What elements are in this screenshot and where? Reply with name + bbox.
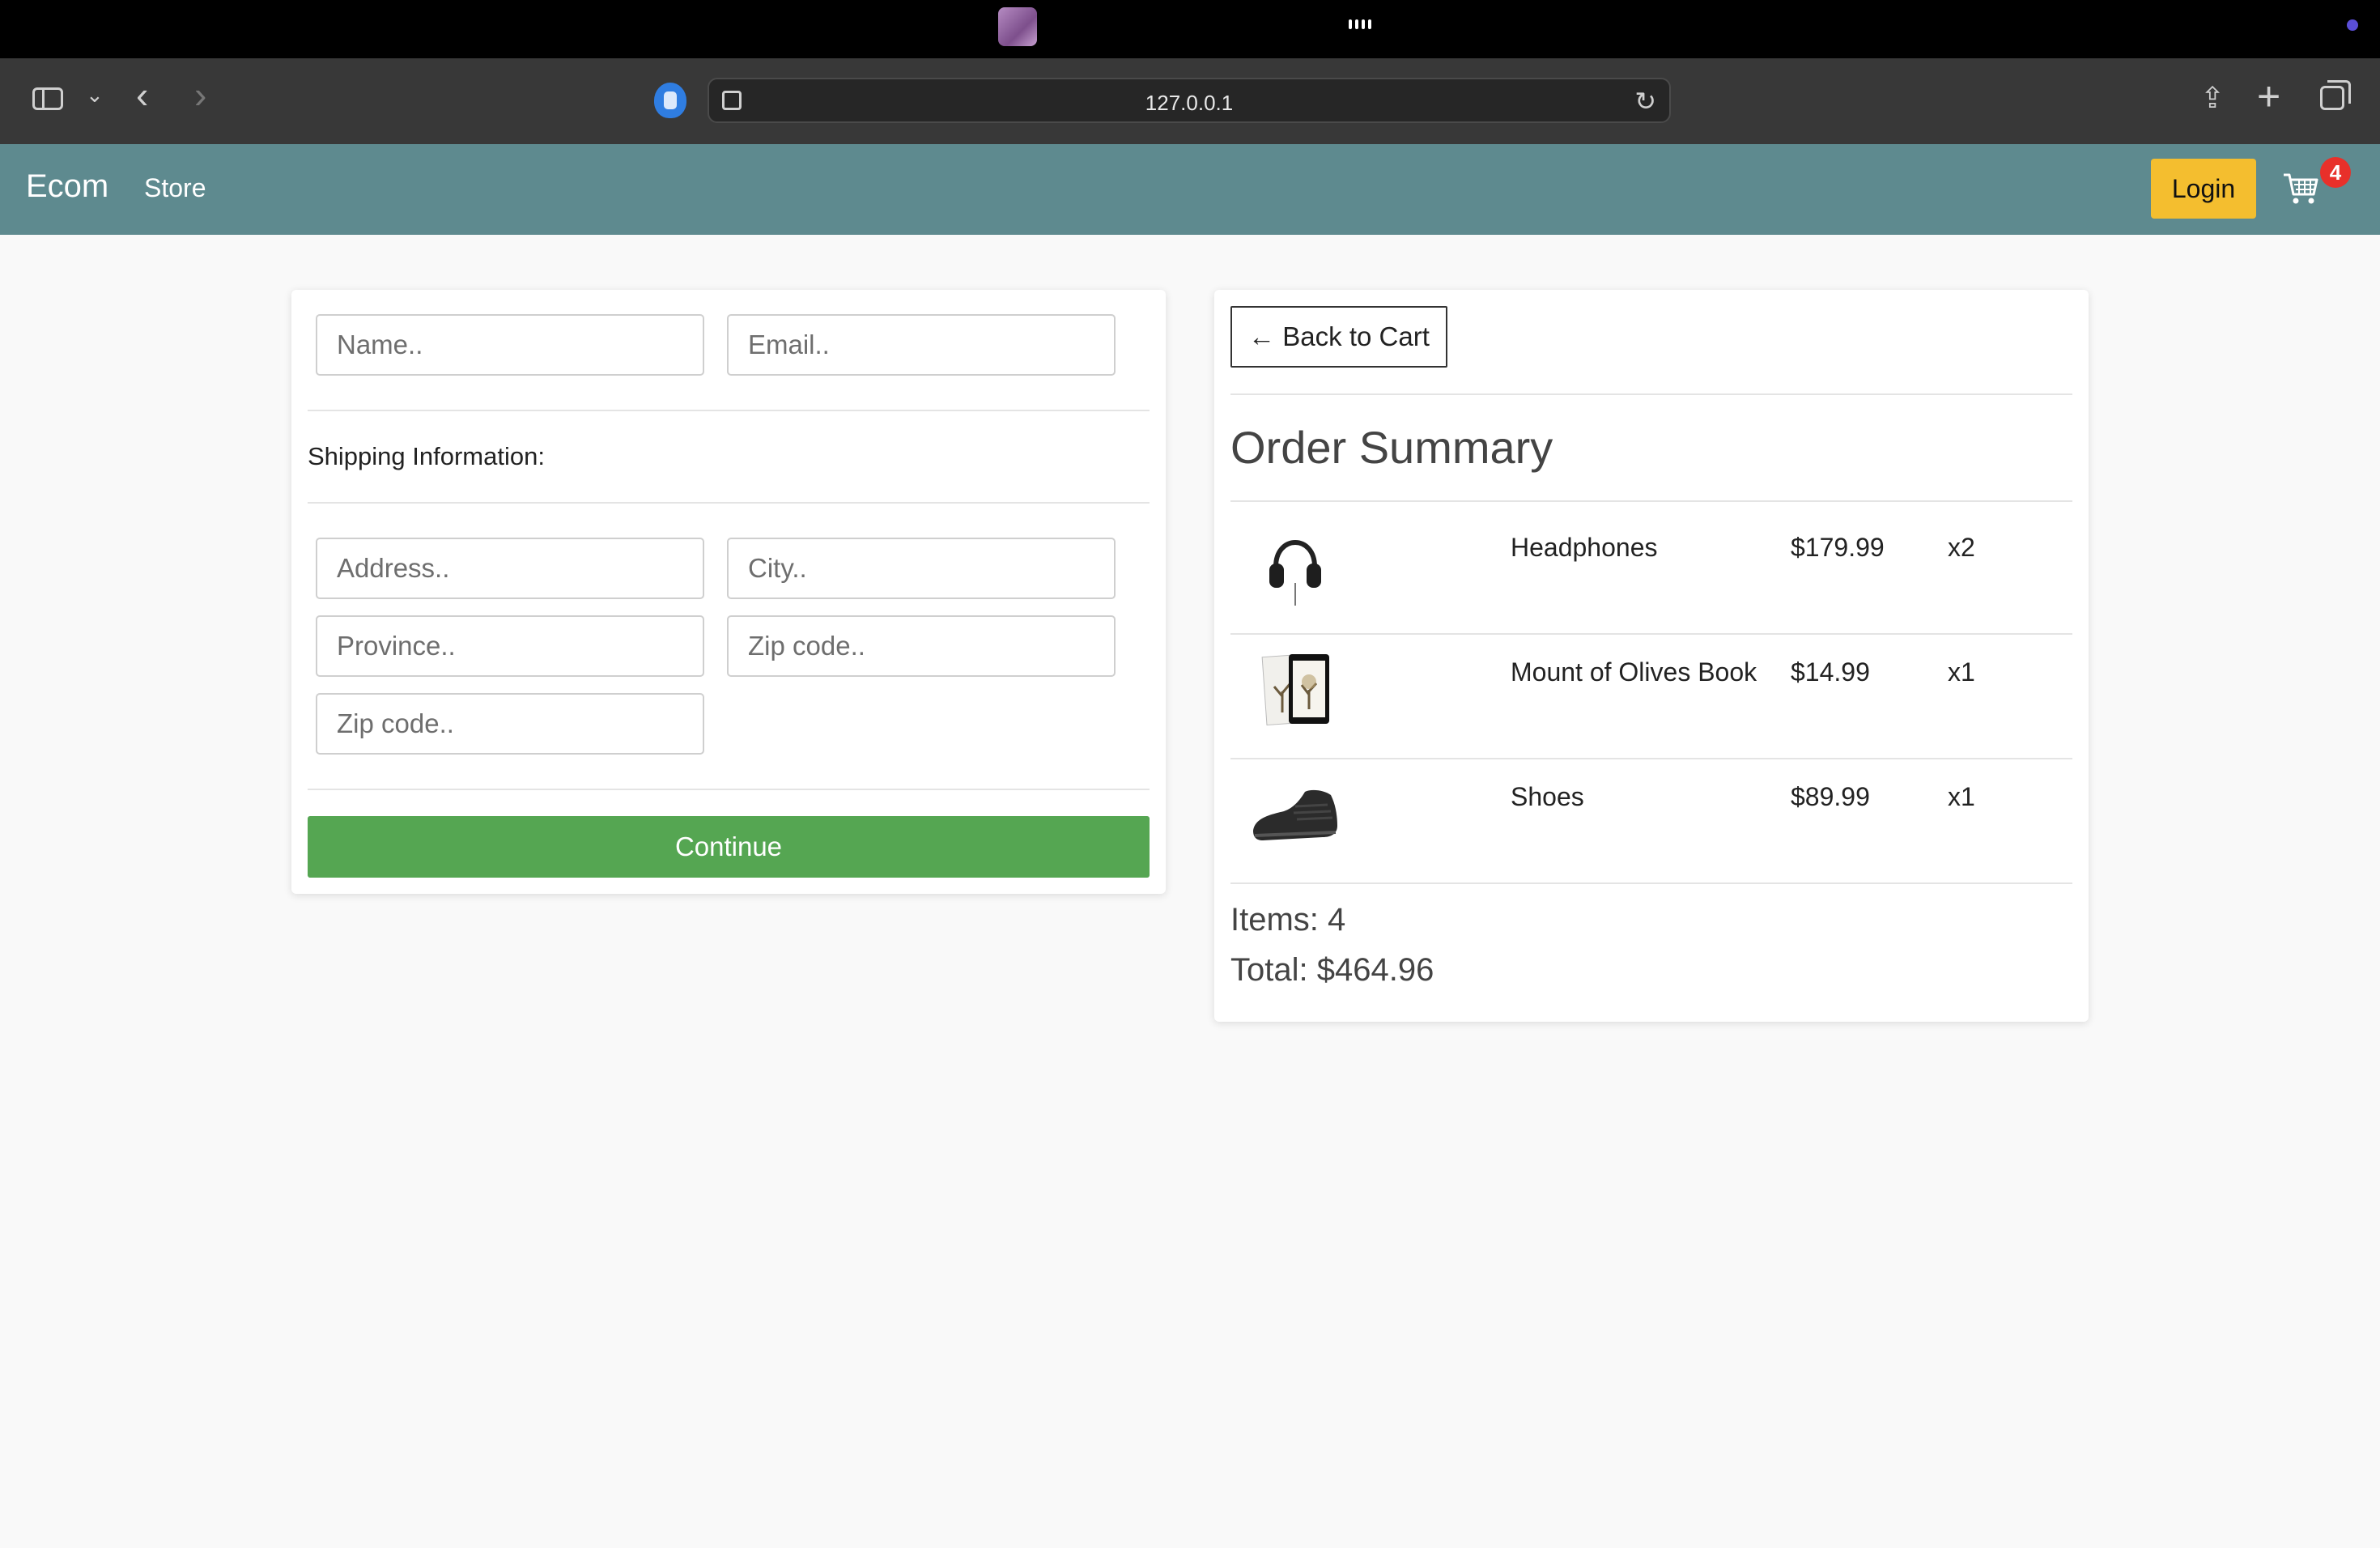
order-total: Total: $464.96 [1230, 952, 1434, 988]
browser-toolbar: ⌄ ‹ › 127.0.0.1 ↻ ⇪ + [0, 58, 2380, 144]
system-bar [0, 0, 2380, 58]
forward-arrow-icon[interactable]: › [194, 76, 206, 113]
reload-icon[interactable]: ↻ [1634, 86, 1656, 117]
email-input[interactable] [727, 314, 1116, 376]
headphones-image [1269, 540, 1321, 606]
item-name: Headphones [1511, 533, 1658, 562]
order-summary-title: Order Summary [1230, 422, 1553, 473]
continue-button[interactable]: Continue [308, 816, 1150, 878]
login-button[interactable]: Login [2151, 159, 2256, 219]
nav-link-store[interactable]: Store [144, 173, 206, 203]
address-bar[interactable]: 127.0.0.1 ↻ [708, 78, 1671, 123]
privacy-shield-icon[interactable] [654, 83, 686, 118]
divider [308, 789, 1150, 790]
item-price: $89.99 [1791, 782, 1870, 811]
city-input[interactable] [727, 538, 1116, 599]
back-arrow-icon[interactable]: ‹ [136, 76, 148, 113]
book-image [1261, 653, 1329, 726]
item-quantity: x1 [1948, 657, 1975, 687]
zip-code-input[interactable] [727, 615, 1116, 677]
divider [1230, 393, 2072, 395]
cart-count-badge: 4 [2320, 157, 2351, 188]
divider [308, 410, 1150, 411]
app-thumbnail-icon[interactable] [998, 7, 1037, 46]
items-count: Items: 4 [1230, 902, 1346, 938]
item-price: $179.99 [1791, 533, 1885, 562]
province-input[interactable] [316, 615, 704, 677]
brand-logo[interactable]: Ecom [26, 168, 108, 205]
order-item-row: Mount of Olives Book $14.99 x1 [1230, 627, 2072, 751]
order-summary-panel: ← Back to Cart Order Summary Headphones … [1214, 290, 2089, 1022]
item-name: Mount of Olives Book [1511, 657, 1757, 687]
sidebar-toggle-icon[interactable] [32, 87, 63, 110]
shoes-image [1253, 789, 1337, 840]
chevron-down-icon[interactable]: ⌄ [86, 83, 104, 108]
recording-indicator-icon [2347, 19, 2358, 31]
item-name: Shoes [1511, 782, 1584, 811]
back-to-cart-button[interactable]: ← Back to Cart [1230, 306, 1447, 368]
site-navbar: Ecom Store Login 4 [0, 144, 2380, 235]
tab-overview-icon[interactable] [2320, 80, 2351, 110]
url-text[interactable]: 127.0.0.1 [709, 91, 1669, 116]
share-icon[interactable]: ⇪ [2200, 81, 2225, 115]
item-quantity: x1 [1948, 782, 1975, 811]
name-input[interactable] [316, 314, 704, 376]
order-item-row: Headphones $179.99 x2 [1230, 502, 2072, 627]
order-item-row: Shoes $89.99 x1 [1230, 751, 2072, 876]
divider [308, 502, 1150, 504]
multitasking-dots-icon[interactable] [1349, 19, 1371, 29]
address-input[interactable] [316, 538, 704, 599]
zip-code-input-2[interactable] [316, 693, 704, 755]
cart-icon[interactable] [2281, 168, 2320, 207]
shipping-info-heading: Shipping Information: [308, 442, 545, 470]
checkout-form-panel: Shipping Information: Continue [291, 290, 1166, 894]
divider [1230, 882, 2072, 884]
new-tab-icon[interactable]: + [2257, 73, 2280, 120]
item-price: $14.99 [1791, 657, 1870, 687]
item-quantity: x2 [1948, 533, 1975, 562]
